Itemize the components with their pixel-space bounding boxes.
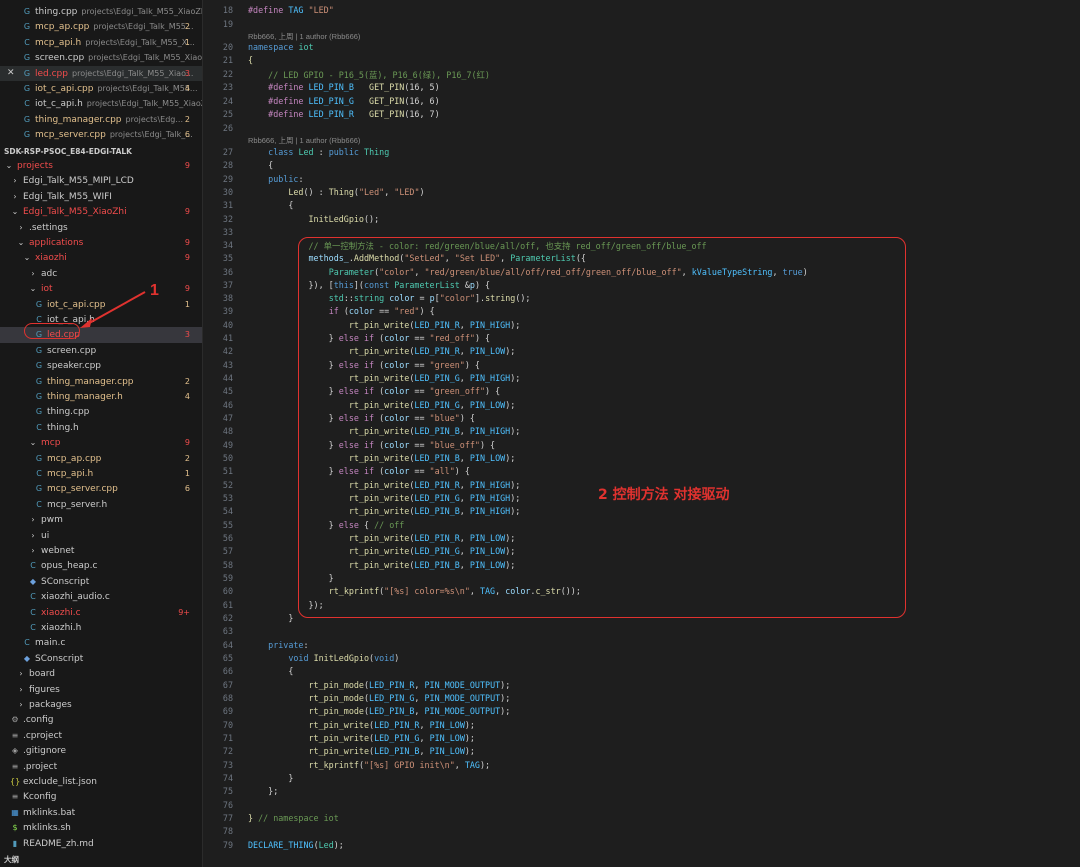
annotation-label-2: 2 控制方法 对接驱动 — [598, 487, 730, 503]
annotation-label-1: 1 — [150, 282, 159, 299]
annotation-arrow — [80, 291, 146, 328]
